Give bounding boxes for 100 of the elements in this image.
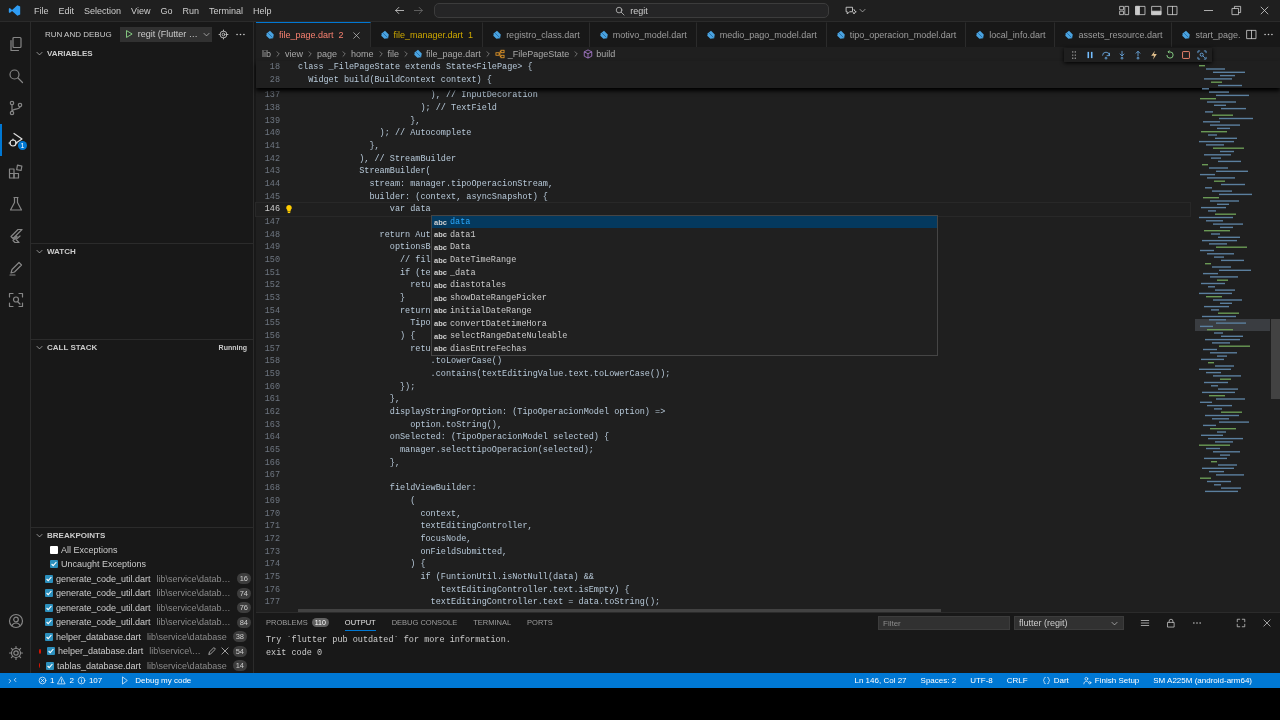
chevron-right-icon bbox=[340, 50, 349, 58]
checkbox[interactable] bbox=[45, 632, 54, 641]
toggle-panel-icon[interactable] bbox=[1151, 5, 1162, 16]
code-line: .contains(textEditingValue.text.toLowerCase()); bbox=[429, 369, 671, 380]
checkbox[interactable] bbox=[45, 589, 53, 598]
checkbox[interactable] bbox=[45, 574, 53, 583]
section-header[interactable]: BREAKPOINTS bbox=[31, 528, 253, 543]
restore-icon[interactable] bbox=[1231, 5, 1242, 16]
status-item[interactable]: UTF-8 bbox=[970, 676, 993, 685]
step-out-icon[interactable] bbox=[1133, 50, 1143, 60]
menu-item[interactable]: Go bbox=[155, 3, 178, 18]
line-number: 151 bbox=[263, 267, 280, 278]
lock-icon[interactable] bbox=[1166, 618, 1176, 628]
code-line: fieldViewBuilder: bbox=[388, 483, 477, 494]
code-line: ), // StreamBuilder bbox=[358, 153, 457, 164]
checkbox[interactable] bbox=[47, 647, 56, 656]
split-editor-icon[interactable] bbox=[1246, 29, 1257, 40]
section-header[interactable]: VARIABLES bbox=[31, 46, 253, 60]
status-item[interactable]: CRLF bbox=[1006, 676, 1028, 685]
breakpoint-item[interactable]: All Exceptions bbox=[31, 542, 253, 557]
scrollbar-thumb[interactable] bbox=[1271, 319, 1280, 399]
editor-tab[interactable]: file_page.dart 2 bbox=[256, 22, 371, 47]
dart-file-icon bbox=[705, 30, 716, 40]
editor-tab[interactable]: registro_class.dart bbox=[483, 22, 590, 47]
inspect-icon[interactable] bbox=[1197, 50, 1207, 60]
editor-tab[interactable]: motivo_model.dart bbox=[589, 22, 697, 47]
line-number: 175 bbox=[263, 571, 280, 582]
lightbulb-icon[interactable] bbox=[284, 204, 294, 215]
launch-config-dropdown[interactable]: regit (Flutter … bbox=[119, 26, 212, 42]
sparkle-chat-icon[interactable] bbox=[845, 4, 857, 17]
menu-item[interactable]: Selection bbox=[79, 3, 127, 18]
stop-icon[interactable] bbox=[1181, 50, 1191, 60]
close-icon[interactable] bbox=[1262, 618, 1272, 628]
edit-icon[interactable] bbox=[206, 646, 217, 657]
editor-tab[interactable]: medio_pago_model.dart bbox=[696, 22, 827, 47]
step-into-icon[interactable] bbox=[1117, 50, 1127, 60]
editor-tab[interactable]: assets_resource.dart bbox=[1055, 22, 1173, 47]
code-line: textEditingController.text.isEmpty) { bbox=[439, 584, 630, 595]
command-center-search[interactable]: regit bbox=[434, 3, 829, 18]
checkbox[interactable] bbox=[50, 560, 58, 569]
breadcrumb-item[interactable]: file_page.dart bbox=[426, 49, 481, 59]
code-line: StreamBuilder( bbox=[358, 166, 431, 177]
settings-icon[interactable] bbox=[217, 28, 229, 40]
chevron-down-icon[interactable] bbox=[858, 6, 867, 15]
editor-tab[interactable]: file_manager.dart 1 bbox=[370, 22, 484, 47]
breadcrumb-item[interactable]: file bbox=[387, 49, 400, 59]
dart-file-icon bbox=[379, 30, 390, 40]
status-item[interactable]: Spaces: 2 bbox=[920, 676, 957, 685]
line-number: 139 bbox=[263, 115, 280, 126]
menu-item[interactable]: File bbox=[29, 3, 54, 18]
forward-arrow-icon[interactable] bbox=[413, 5, 424, 16]
play-icon[interactable] bbox=[123, 29, 134, 39]
maximize-panel-icon[interactable] bbox=[1236, 618, 1246, 628]
editor-tab[interactable]: local_info.dart bbox=[966, 22, 1056, 47]
menu-item[interactable]: Edit bbox=[53, 3, 80, 18]
line-number: 174 bbox=[263, 559, 280, 570]
close-icon[interactable] bbox=[351, 30, 361, 40]
back-arrow-icon[interactable] bbox=[394, 5, 405, 16]
problems-status[interactable]: 1 2 107 bbox=[38, 676, 103, 685]
checkbox[interactable] bbox=[46, 661, 55, 670]
status-item[interactable]: Debug my code bbox=[135, 676, 192, 685]
status-item[interactable]: SM A225M (android-arm64) bbox=[1153, 676, 1252, 685]
breadcrumb-item[interactable]: _FilePageState bbox=[507, 49, 570, 59]
line-number: 141 bbox=[263, 141, 280, 151]
code-line: if (te bbox=[399, 267, 431, 278]
output-channel-dropdown[interactable]: flutter (regit) bbox=[1014, 616, 1124, 630]
menu-item[interactable]: Run bbox=[177, 3, 204, 18]
filter-field[interactable]: Filter bbox=[878, 616, 1010, 630]
layout-icon[interactable] bbox=[1119, 5, 1130, 16]
step-over-icon[interactable] bbox=[1101, 50, 1111, 60]
menu-item[interactable]: Terminal bbox=[203, 3, 248, 18]
split-editor-icon[interactable] bbox=[1167, 5, 1178, 16]
code-line: focusNode, bbox=[419, 533, 472, 544]
checkbox[interactable] bbox=[45, 618, 53, 627]
scrollbar-thumb[interactable] bbox=[298, 609, 941, 612]
breadcrumb-item[interactable]: lib bbox=[262, 49, 271, 59]
pause-icon[interactable] bbox=[1085, 50, 1095, 60]
status-item[interactable]: Ln 146, Col 27 bbox=[854, 676, 907, 685]
breadcrumb-item[interactable]: page bbox=[317, 49, 338, 59]
restart-icon[interactable] bbox=[1165, 50, 1175, 60]
close-icon[interactable] bbox=[219, 646, 230, 657]
checkbox[interactable] bbox=[45, 603, 53, 612]
menu-item[interactable]: Help bbox=[247, 3, 277, 18]
debug-run-icon[interactable] bbox=[120, 676, 130, 685]
line-number: 167 bbox=[263, 470, 280, 481]
breadcrumb-item[interactable]: build bbox=[596, 49, 616, 59]
menu-item[interactable]: View bbox=[126, 3, 156, 18]
editor-tab[interactable]: tipo_operacion_model.dart bbox=[826, 22, 967, 47]
list-icon[interactable] bbox=[1140, 618, 1150, 628]
status-item[interactable]: Dart bbox=[1041, 676, 1069, 685]
breakpoint-item[interactable]: Uncaught Exceptions bbox=[31, 557, 253, 572]
breadcrumb-item[interactable]: view bbox=[285, 49, 304, 59]
section-header[interactable]: WATCH bbox=[31, 244, 253, 259]
code-line: context, bbox=[419, 508, 462, 519]
drag-handle-icon[interactable] bbox=[1069, 50, 1079, 60]
close-icon[interactable] bbox=[1259, 5, 1270, 16]
status-item[interactable]: Finish Setup bbox=[1082, 676, 1140, 685]
checkbox[interactable] bbox=[50, 545, 58, 554]
toggle-sidebar-icon[interactable] bbox=[1135, 5, 1146, 16]
breadcrumb-item[interactable]: home bbox=[351, 49, 374, 59]
